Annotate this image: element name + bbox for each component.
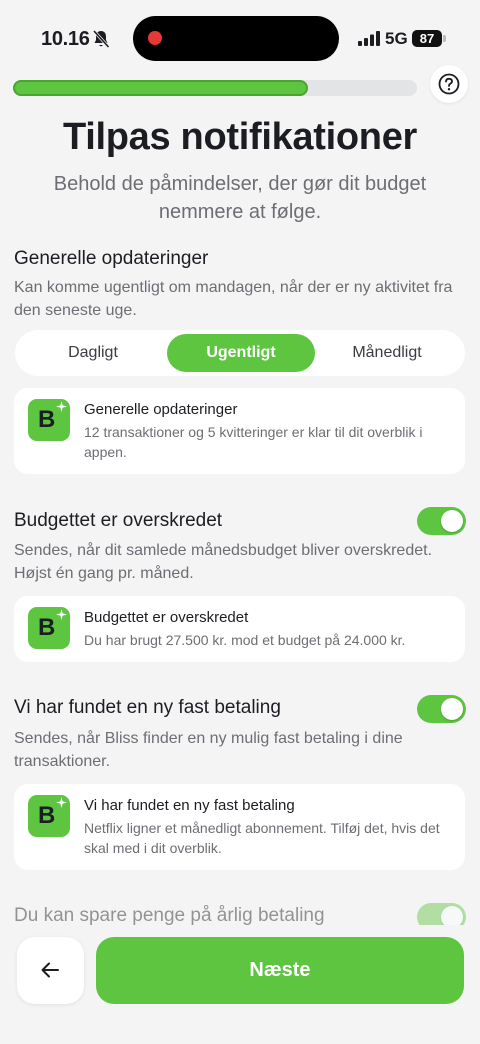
app-icon: B [28, 607, 70, 649]
frequency-option-weekly[interactable]: Ugentligt [167, 334, 315, 372]
general-updates-title: Generelle opdateringer [14, 248, 209, 269]
budget-exceeded-description: Sendes, når dit samlede månedsbudget bli… [14, 542, 433, 582]
cellular-signal-icon [358, 31, 380, 46]
app-icon: B [28, 795, 70, 837]
frequency-option-monthly[interactable]: Månedligt [313, 334, 461, 372]
preview-body: 12 transaktioner og 5 kvitteringer er kl… [84, 424, 423, 460]
status-time: 10.16 [41, 28, 90, 50]
preview-body: Netflix ligner et månedligt abonnement. … [84, 820, 440, 856]
onboarding-progress-bar [13, 80, 417, 96]
dynamic-island [133, 16, 339, 61]
arrow-left-icon [41, 962, 59, 978]
budget-exceeded-title: Budgettet er overskredet [14, 510, 223, 531]
general-updates-description: Kan komme ugentligt om mandagen, når der… [14, 279, 453, 319]
back-button[interactable] [17, 937, 84, 1004]
annual-savings-title: Du kan spare penge på årlig betaling [14, 905, 325, 926]
fixed-payment-notification-preview: B Vi har fundet en ny fast betaling Netf… [14, 784, 465, 870]
help-button[interactable] [430, 65, 468, 103]
budget-exceeded-toggle[interactable] [417, 507, 466, 535]
app-icon: B [28, 399, 70, 441]
network-type: 5G [385, 29, 408, 48]
sparkle-icon [56, 609, 67, 620]
fixed-payment-toggle[interactable] [417, 695, 466, 723]
page-subtitle: Behold de påmindelser, der gør dit budge… [53, 173, 427, 223]
question-mark-icon [438, 73, 460, 95]
frequency-option-daily[interactable]: Dagligt [19, 334, 167, 372]
battery-icon: 87 [412, 30, 446, 47]
fixed-payment-description: Sendes, når Bliss finder en ny mulig fas… [14, 730, 403, 770]
frequency-selector: Dagligt Ugentligt Månedligt [15, 330, 465, 376]
preview-title: Vi har fundet en ny fast betaling [84, 797, 295, 814]
progress-fill [13, 80, 308, 96]
status-bar: 10.16 5G 87 [0, 0, 480, 78]
recording-indicator-icon [148, 31, 162, 45]
budget-notification-preview: B Budgettet er overskredet Du har brugt … [14, 596, 465, 662]
preview-title: Generelle opdateringer [84, 401, 238, 418]
general-notification-preview: B Generelle opdateringer 12 transaktione… [14, 388, 465, 474]
preview-body: Du har brugt 27.500 kr. mod et budget på… [84, 632, 406, 648]
bell-muted-icon [92, 29, 110, 49]
sparkle-icon [56, 401, 67, 412]
bottom-navigation: Næste [0, 925, 480, 1044]
preview-title: Budgettet er overskredet [84, 609, 249, 626]
page-title: Tilpas notifikationer [62, 116, 418, 158]
next-button[interactable]: Næste [96, 937, 464, 1004]
fixed-payment-title: Vi har fundet en ny fast betaling [14, 697, 281, 718]
toggle-knob [441, 698, 463, 720]
toggle-knob [441, 510, 463, 532]
sparkle-icon [56, 797, 67, 808]
